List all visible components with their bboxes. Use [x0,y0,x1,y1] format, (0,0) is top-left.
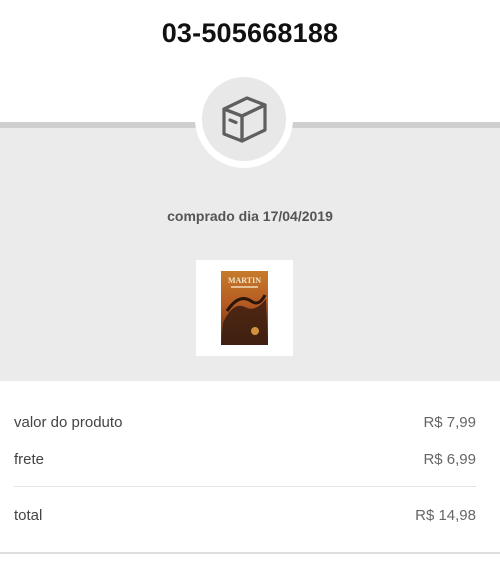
total-label: total [14,506,43,524]
shipping-value: R$ 6,99 [423,450,476,468]
book-cover-author: MARTIN [228,276,261,285]
package-badge [195,70,293,168]
product-price-row: valor do produto R$ 7,99 [14,411,476,433]
book-cover-image: MARTIN [221,271,268,345]
total-value: R$ 14,98 [415,506,476,524]
bottom-divider [0,552,500,554]
order-number: 03-505668188 [161,18,339,48]
product-thumbnail[interactable]: MARTIN [196,260,293,356]
product-price-value: R$ 7,99 [423,413,476,431]
total-row: total R$ 14,98 [14,504,476,526]
summary-divider [14,486,476,487]
package-box-icon [202,77,286,161]
product-price-label: valor do produto [14,413,123,431]
shipping-label: frete [14,450,45,468]
shipping-row: frete R$ 6,99 [14,448,476,470]
purchase-date: comprado dia 17/04/2019 [167,208,333,224]
